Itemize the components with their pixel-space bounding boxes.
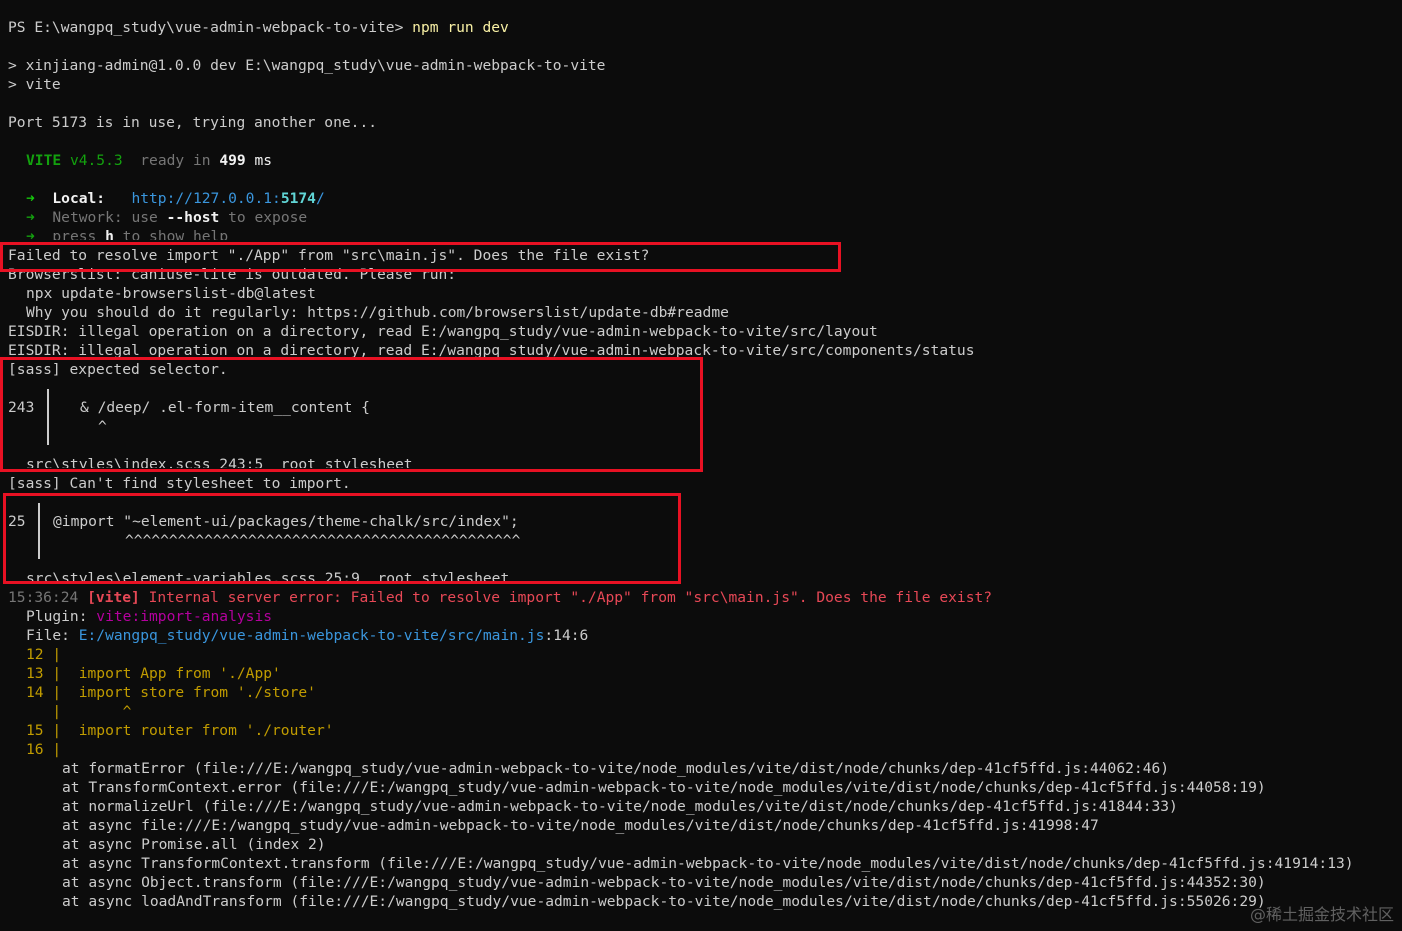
browserslist-reason: Why you should do it regularly: https://… [26, 304, 729, 321]
highlight-box-resolve-error [0, 242, 841, 272]
stack-trace-line: at async Promise.all (index 2) [62, 836, 326, 853]
help-rest: to show help [113, 228, 229, 240]
code-frame-line-number: 13 [26, 665, 44, 682]
file-label: File: [26, 627, 79, 644]
code-frame-line: 12 | [26, 645, 61, 664]
plugin-name: vite:import-analysis [96, 608, 273, 625]
vite-version: v4.5.3 [69, 152, 123, 169]
local-url-line: ➜ Local: http://127.0.0.1:5174/ [26, 189, 325, 208]
code-frame-line-number: 15 [26, 722, 44, 739]
script-line-2: > vite [8, 76, 61, 93]
prompt-command: npm run dev [412, 19, 509, 36]
arrow-right-icon: ➜ [26, 209, 35, 226]
code-frame-line: 13 | import App from './App' [26, 664, 281, 683]
stack-trace-line: at async TransformContext.transform (fil… [62, 855, 1354, 872]
vite-name: VITE [26, 152, 62, 169]
script-line-1: > xinjiang-admin@1.0.0 dev E:\wangpq_stu… [8, 57, 606, 74]
stack-trace-line: at normalizeUrl (file:///E:/wangpq_study… [62, 798, 1178, 815]
network-line: ➜ Network: use --host to expose [26, 208, 307, 227]
local-url-port: 5174 [280, 190, 316, 207]
plugin-label: Plugin: [26, 608, 97, 625]
local-url-suffix: / [315, 190, 325, 207]
vite-ready-ms: 499 [219, 152, 246, 169]
vite-error-line: 15:36:24 [vite] Internal server error: F… [8, 588, 992, 607]
local-url[interactable]: http://127.0.0.1:5174/ [131, 190, 324, 207]
code-frame-line-number: 14 [26, 684, 44, 701]
eisdir-error-1: EISDIR: illegal operation on a directory… [8, 323, 878, 340]
code-frame-caret: ^ [61, 703, 132, 720]
network-flag: --host [166, 209, 220, 226]
help-line: ➜ press h to show help [26, 227, 228, 240]
stack-trace-line: at async file:///E:/wangpq_study/vue-adm… [62, 817, 1099, 834]
highlight-box-sass-selector-error [0, 357, 703, 472]
vite-error-time: 15:36:24 [8, 589, 79, 606]
network-use: use [122, 209, 167, 226]
file-path-link[interactable]: E:/wangpq_study/vue-admin-webpack-to-vit… [79, 627, 545, 644]
code-frame-separator: | [43, 684, 62, 701]
browserslist-command: npx update-browserslist-db@latest [26, 285, 316, 302]
arrow-right-icon: ➜ [26, 190, 35, 207]
vite-error-tag: [vite] [78, 589, 140, 606]
file-line: File: E:/wangpq_study/vue-admin-webpack-… [26, 626, 588, 645]
local-url-prefix: http://127.0.0.1: [131, 190, 281, 207]
network-rest: to expose [219, 209, 308, 226]
code-frame-separator: | [43, 703, 62, 720]
vite-ready-text: ready in [140, 152, 211, 169]
code-frame-code: import store from './store' [61, 684, 316, 701]
network-label: Network: [52, 209, 123, 226]
watermark: @稀土掘金技术社区 [1249, 905, 1394, 924]
port-message: Port 5173 is in use, trying another one.… [8, 114, 378, 131]
code-frame-line: 15 | import router from './router' [26, 721, 334, 740]
code-frame-separator: | [43, 665, 62, 682]
code-frame-line: 14 | import store from './store' [26, 683, 316, 702]
code-frame-separator: | [43, 741, 62, 758]
sass-error-2-head: [sass] Can't find stylesheet to import. [8, 475, 351, 492]
help-press: press [52, 228, 106, 240]
code-frame-line-number [26, 703, 44, 720]
code-frame-line-number: 16 [26, 741, 44, 758]
stack-trace-line: at async loadAndTransform (file:///E:/wa… [62, 893, 1266, 910]
local-label: Local: [52, 190, 106, 207]
vite-ready-line: VITE v4.5.3 ready in 499 ms [26, 151, 272, 170]
vite-error-message: Internal server error: Failed to resolve… [139, 589, 993, 606]
code-frame-code: import App from './App' [61, 665, 281, 682]
code-frame-line-number: 12 [26, 646, 44, 663]
plugin-line: Plugin: vite:import-analysis [26, 607, 272, 626]
arrow-right-icon: ➜ [26, 228, 35, 240]
code-frame-line: 16 | [26, 740, 61, 759]
code-frame-line: | ^ [26, 702, 131, 721]
stack-trace-line: at formatError (file:///E:/wangpq_study/… [62, 760, 1170, 777]
stack-trace-line: at TransformContext.error (file:///E:/wa… [62, 779, 1266, 796]
prompt-line: PS E:\wangpq_study\vue-admin-webpack-to-… [8, 18, 509, 37]
prompt-path: PS E:\wangpq_study\vue-admin-webpack-to-… [8, 19, 413, 36]
file-position: :14:6 [544, 627, 589, 644]
code-frame-separator: | [43, 722, 62, 739]
stack-trace-line: at async Object.transform (file:///E:/wa… [62, 874, 1266, 891]
code-frame-code: import router from './router' [61, 722, 334, 739]
code-frame-separator: | [43, 646, 62, 663]
help-key: h [105, 228, 114, 240]
highlight-box-sass-import-error [3, 493, 681, 584]
vite-ready-unit: ms [245, 152, 273, 169]
